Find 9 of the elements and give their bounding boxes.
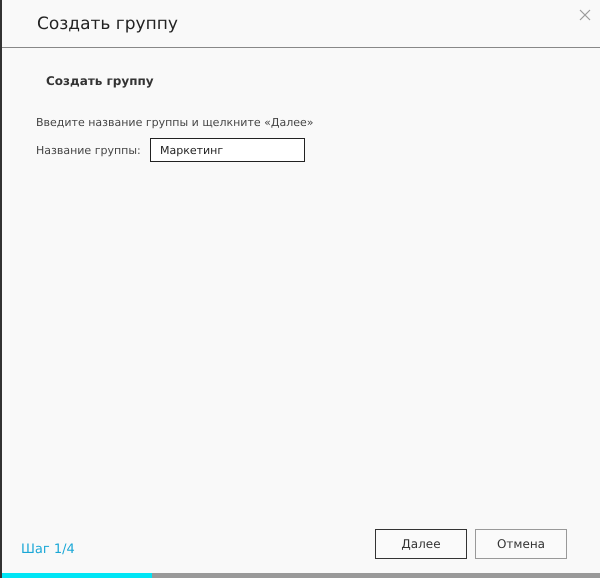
section-title: Создать группу [46, 74, 155, 88]
window-title: Создать группу [37, 14, 178, 34]
group-name-field[interactable]: Маркетинг [150, 138, 305, 162]
dialog-button[interactable]: Далее [375, 529, 467, 559]
field-label: Название группы: [36, 144, 142, 156]
close-icon[interactable] [579, 9, 591, 21]
instruction-text: Введите название группы и щелкните «Далее» [36, 116, 314, 129]
step-indicator: Шаг 1/4 [21, 542, 75, 557]
dialog-button[interactable]: Отмена [475, 529, 567, 559]
